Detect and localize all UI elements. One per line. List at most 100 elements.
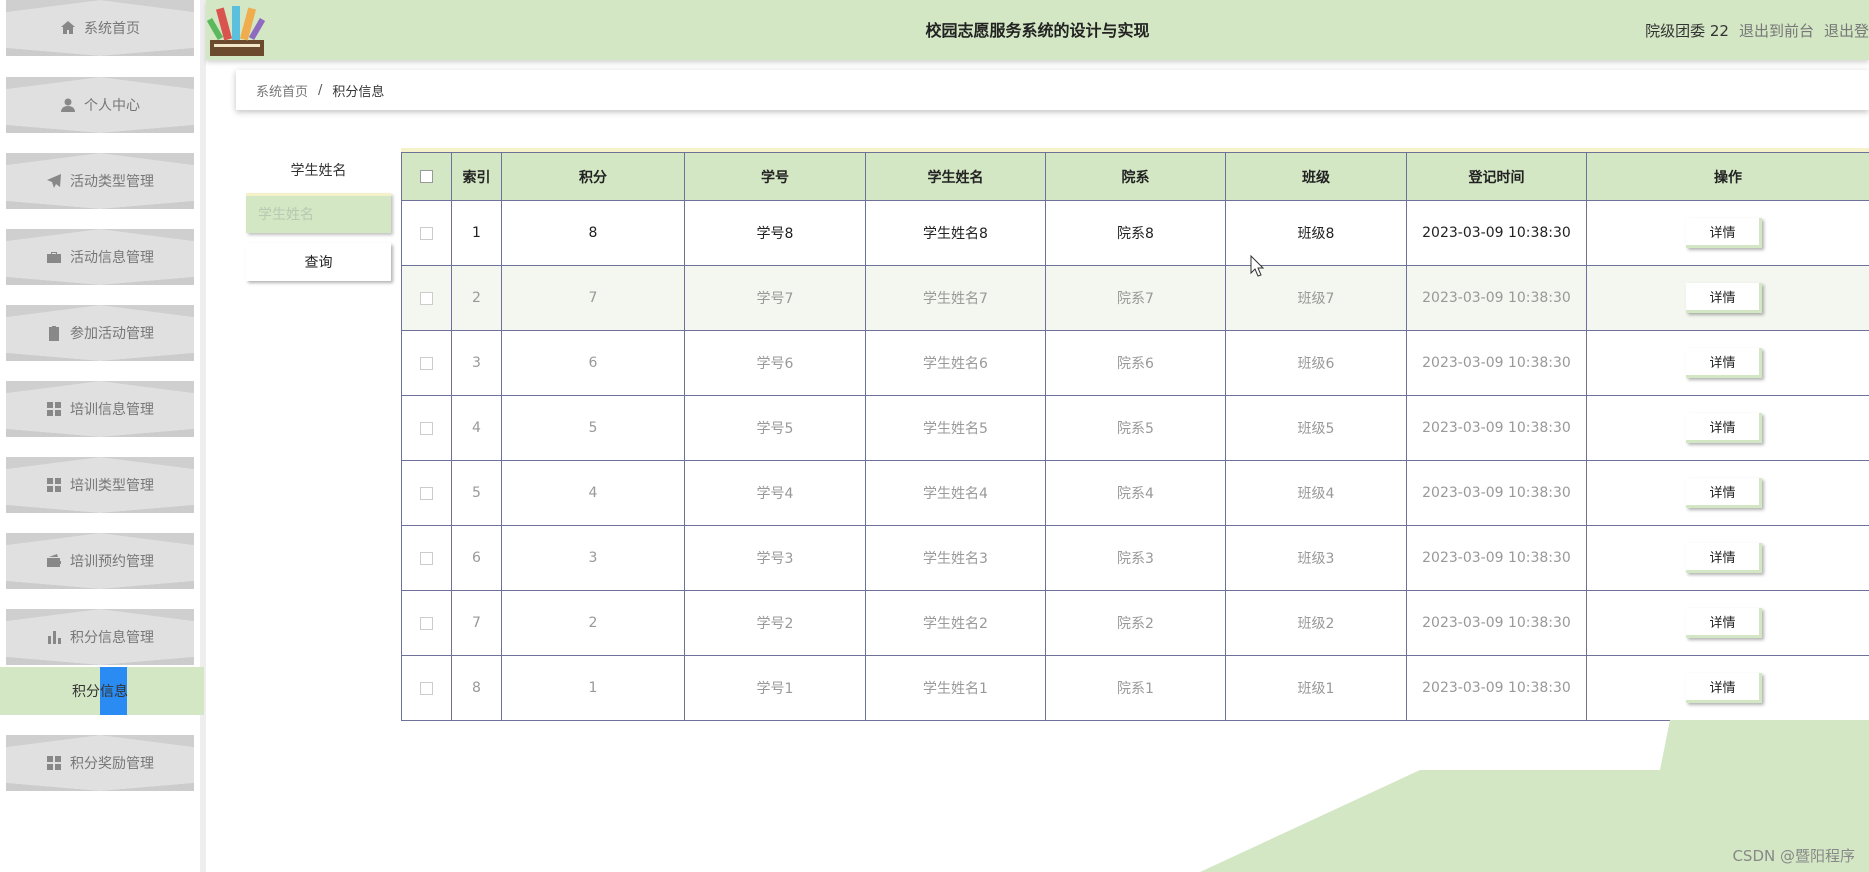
cell-student-name: 学生姓名4 [865,460,1046,526]
bar-chart-icon [48,631,61,644]
col-header-student-name: 学生姓名 [865,152,1046,201]
exit-to-frontend-link[interactable]: 退出到前台 [1739,20,1814,41]
sidebar-item-label: 积分信息管理 [70,630,154,646]
detail-button[interactable]: 详情 [1686,283,1762,313]
site-title: 校园志愿服务系统的设计与实现 [925,21,1150,40]
points-table: 索引 积分 学号 学生姓名 院系 班级 登记时间 操作 1 8 学号8 学生姓名… [401,148,1869,721]
breadcrumb-home[interactable]: 系统首页 [256,81,308,100]
detail-button[interactable]: 详情 [1686,348,1762,378]
detail-button[interactable]: 详情 [1686,413,1762,443]
watermark: CSDN @暨阳程序 [1732,847,1855,865]
detail-button[interactable]: 详情 [1686,218,1762,248]
row-checkbox[interactable] [420,486,433,500]
sidebar-item-label: 积分奖励管理 [70,756,154,772]
cell-register-time: 2023-03-09 10:38:30 [1406,525,1587,591]
cell-department: 院系3 [1045,525,1226,591]
cell-department: 院系4 [1045,460,1226,526]
cell-department: 院系8 [1045,200,1226,266]
sidebar-item-points-reward[interactable]: 积分奖励管理 [6,735,194,791]
cell-points: 3 [501,525,685,591]
sidebar-item-points-info-mgmt[interactable]: 积分信息管理 [6,609,194,665]
cell-points: 8 [501,200,685,266]
row-checkbox[interactable] [420,616,433,630]
table-row: 4 5 学号5 学生姓名5 院系5 班级5 2023-03-09 10:38:3… [401,395,1869,461]
cell-department: 院系1 [1045,655,1226,721]
sidebar-item-training-type[interactable]: 培训类型管理 [6,457,194,513]
cell-index: 2 [451,265,502,331]
table-header-row: 索引 积分 学号 学生姓名 院系 班级 登记时间 操作 [401,152,1869,201]
home-icon [61,21,75,34]
table-row: 8 1 学号1 学生姓名1 院系1 班级1 2023-03-09 10:38:3… [401,655,1869,721]
wallet-icon [47,554,61,567]
cell-register-time: 2023-03-09 10:38:30 [1406,655,1587,721]
col-header-points: 积分 [501,152,685,201]
row-checkbox[interactable] [420,681,433,695]
detail-button[interactable]: 详情 [1686,478,1762,508]
table-row: 3 6 学号6 学生姓名6 院系6 班级6 2023-03-09 10:38:3… [401,330,1869,396]
cell-student-name: 学生姓名5 [865,395,1046,461]
col-header-department: 院系 [1045,152,1226,201]
col-header-register-time: 登记时间 [1406,152,1587,201]
cell-class: 班级1 [1225,655,1407,721]
cell-department: 院系2 [1045,590,1226,656]
sidebar-item-label: 活动类型管理 [70,174,154,190]
cell-register-time: 2023-03-09 10:38:30 [1406,330,1587,396]
submenu-label-a: 积分 [72,684,100,700]
current-user: 院级团委 22 [1645,21,1729,40]
select-all-checkbox[interactable] [420,170,433,183]
cell-index: 4 [451,395,502,461]
submenu-label-b: 信息 [100,684,128,700]
col-header-student-no: 学号 [684,152,866,201]
cell-department: 院系5 [1045,395,1226,461]
sidebar-item-activity-info[interactable]: 活动信息管理 [6,229,194,285]
table-row: 6 3 学号3 学生姓名3 院系3 班级3 2023-03-09 10:38:3… [401,525,1869,591]
cell-register-time: 2023-03-09 10:38:30 [1406,200,1587,266]
detail-button[interactable]: 详情 [1686,673,1762,703]
sidebar-item-activity-type[interactable]: 活动类型管理 [6,153,194,209]
sidebar-subitem-points-info[interactable]: 积分信息 [0,667,204,715]
briefcase-icon [47,252,61,263]
row-checkbox[interactable] [420,421,433,435]
sidebar-item-label: 培训类型管理 [70,478,154,494]
student-name-search-input[interactable] [246,193,391,233]
row-checkbox[interactable] [420,291,433,305]
sidebar-item-label: 培训预约管理 [70,554,154,570]
search-button[interactable]: 查询 [246,243,391,281]
user-icon [61,98,75,112]
cell-student-no: 学号1 [684,655,866,721]
sidebar-item-training-info[interactable]: 培训信息管理 [6,381,194,437]
cell-department: 院系6 [1045,330,1226,396]
cell-register-time: 2023-03-09 10:38:30 [1406,590,1587,656]
col-header-actions: 操作 [1586,152,1869,201]
detail-button[interactable]: 详情 [1686,608,1762,638]
cell-student-name: 学生姓名8 [865,200,1046,266]
cell-student-no: 学号5 [684,395,866,461]
sidebar-item-label: 系统首页 [84,21,140,37]
cell-class: 班级6 [1225,330,1407,396]
table-row: 5 4 学号4 学生姓名4 院系4 班级4 2023-03-09 10:38:3… [401,460,1869,526]
detail-button[interactable]: 详情 [1686,543,1762,573]
sidebar-item-home[interactable]: 系统首页 [6,0,194,56]
table-row: 1 8 学号8 学生姓名8 院系8 班级8 2023-03-09 10:38:3… [401,200,1869,266]
cell-points: 6 [501,330,685,396]
sidebar-item-label: 培训信息管理 [70,402,154,418]
row-checkbox[interactable] [420,226,433,240]
sidebar-item-personal-center[interactable]: 个人中心 [6,77,194,133]
clipboard-icon [49,326,59,341]
logout-link[interactable]: 退出登 [1824,20,1869,41]
sidebar-item-training-booking[interactable]: 培训预约管理 [6,533,194,589]
sidebar-item-join-activity[interactable]: 参加活动管理 [6,305,194,361]
paper-plane-icon [47,174,61,188]
cell-class: 班级4 [1225,460,1407,526]
cell-points: 1 [501,655,685,721]
breadcrumb: 系统首页 / 积分信息 [236,70,1869,110]
cell-points: 7 [501,265,685,331]
cell-index: 5 [451,460,502,526]
row-checkbox[interactable] [420,356,433,370]
cell-student-name: 学生姓名2 [865,590,1046,656]
table-row: 7 2 学号2 学生姓名2 院系2 班级2 2023-03-09 10:38:3… [401,590,1869,656]
cell-class: 班级2 [1225,590,1407,656]
row-checkbox[interactable] [420,551,433,565]
top-header: 校园志愿服务系统的设计与实现 院级团委 22 退出到前台 退出登 [206,0,1869,60]
cell-student-no: 学号4 [684,460,866,526]
